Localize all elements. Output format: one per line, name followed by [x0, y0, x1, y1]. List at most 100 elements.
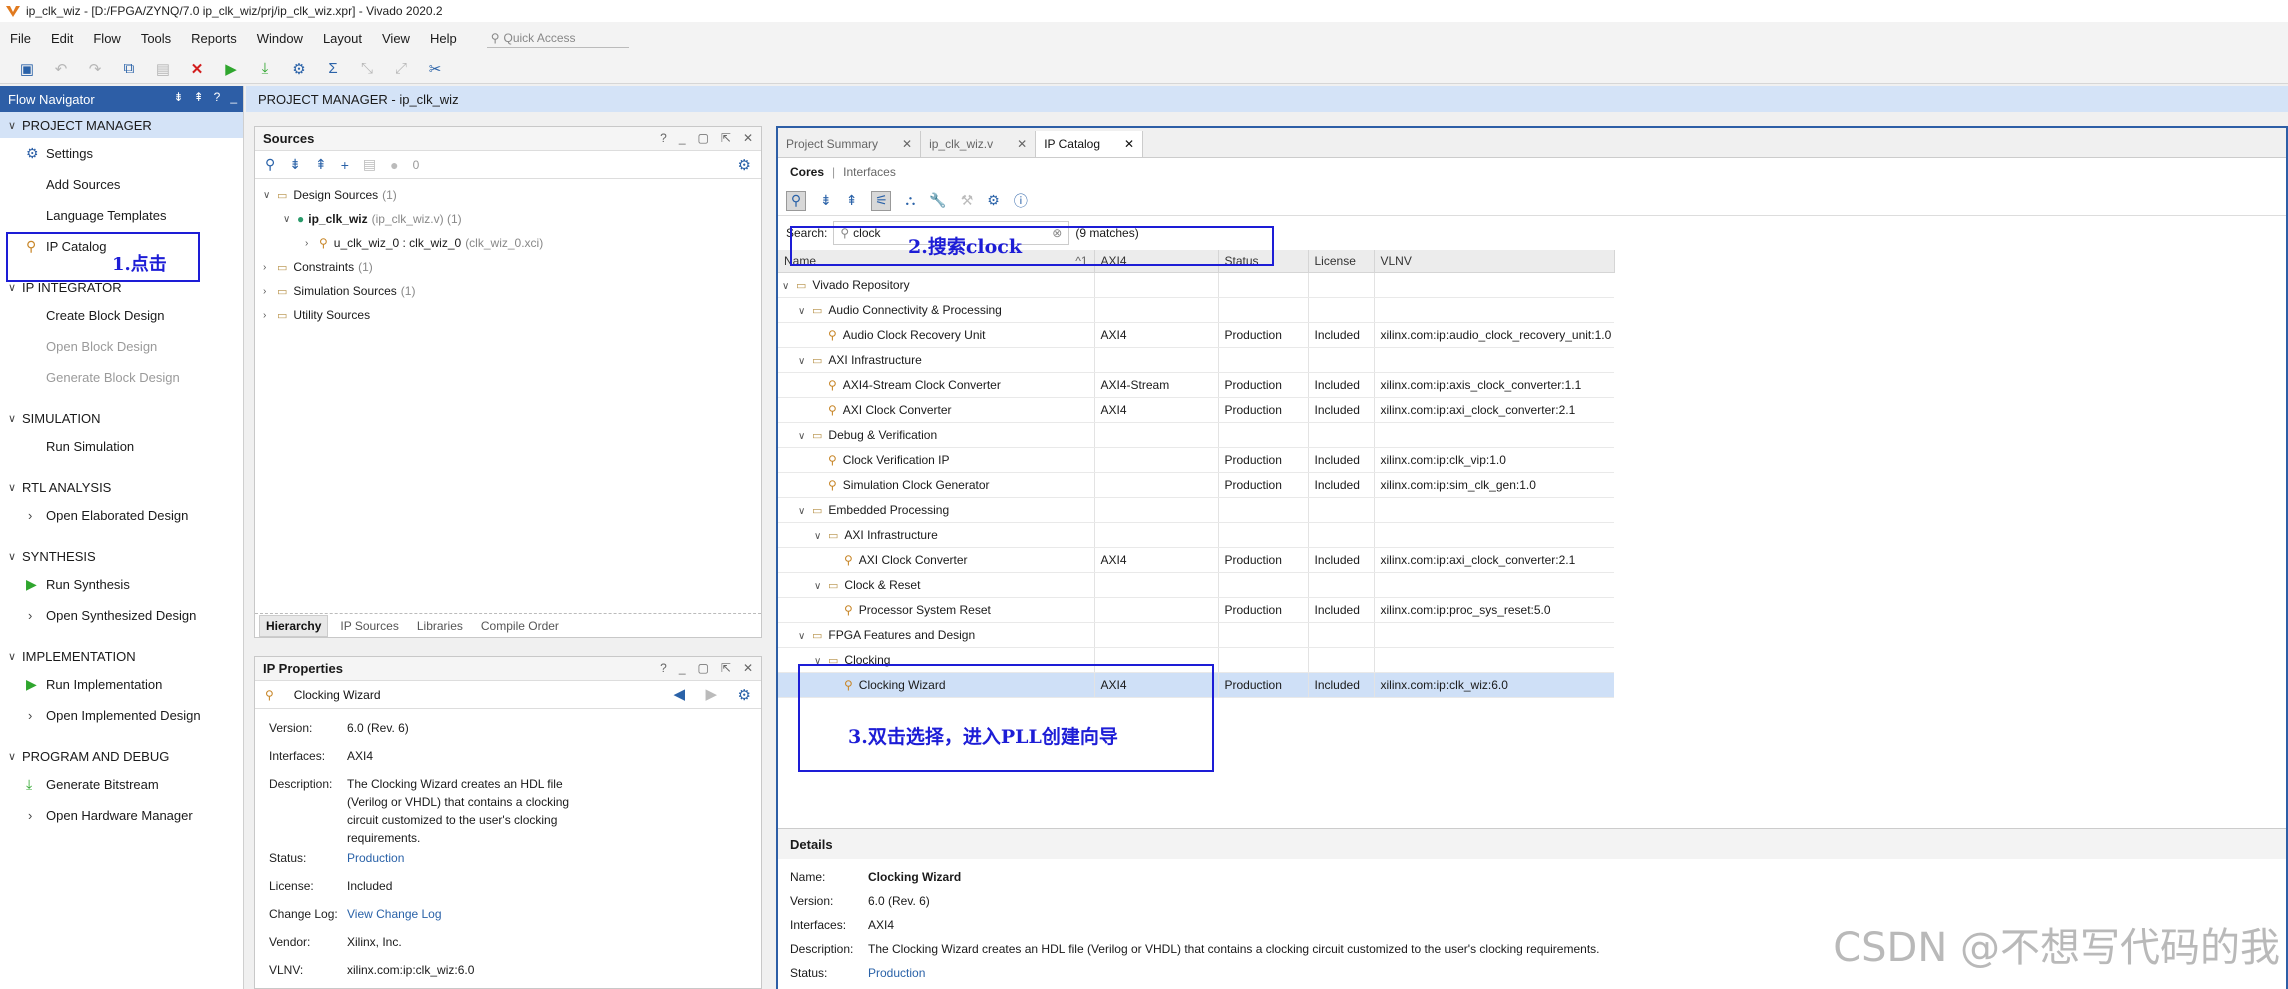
- table-row[interactable]: ∨ ▭ AXI Infrastructure: [778, 347, 1614, 373]
- fn-item-run-simulation[interactable]: Run Simulation: [0, 431, 243, 462]
- copy-icon[interactable]: ⧉: [118, 58, 140, 80]
- fn-section-program-and-debug[interactable]: ∨ PROGRAM AND DEBUG: [0, 743, 243, 769]
- table-row[interactable]: ∨ ▭ Clock & Reset: [778, 572, 1614, 598]
- tab-project-summary[interactable]: Project Summary ✕: [778, 131, 922, 157]
- tab-hierarchy[interactable]: Hierarchy: [259, 614, 329, 637]
- menu-layout[interactable]: Layout: [323, 31, 362, 46]
- fn-item-open-block-design[interactable]: Open Block Design: [0, 331, 243, 362]
- redo-icon[interactable]: ↷: [84, 58, 106, 80]
- tree-utility-sources[interactable]: › ▭ Utility Sources: [255, 303, 761, 327]
- fn-item-open-implemented-design[interactable]: › Open Implemented Design: [0, 700, 243, 731]
- help-icon[interactable]: ?: [660, 131, 667, 145]
- chevron-down-icon[interactable]: ∨: [814, 581, 828, 592]
- fn-item-generate-block-design[interactable]: Generate Block Design: [0, 362, 243, 393]
- fn-item-open-hardware-manager[interactable]: › Open Hardware Manager: [0, 800, 243, 831]
- add-icon[interactable]: +: [341, 157, 349, 173]
- menu-help[interactable]: Help: [430, 31, 457, 46]
- expand-all-icon[interactable]: ⇞: [315, 156, 327, 173]
- chevron-down-icon[interactable]: ∨: [798, 306, 812, 317]
- close-icon[interactable]: ✕: [743, 131, 753, 145]
- minimize-icon[interactable]: _: [679, 661, 686, 675]
- disabled-tool-2-icon[interactable]: ⤢: [390, 58, 412, 80]
- status-link[interactable]: Production: [347, 849, 587, 867]
- hierarchy-icon[interactable]: ⛬: [905, 192, 915, 209]
- table-row[interactable]: ⚲ Processor System Reset Production Include…: [778, 597, 1614, 623]
- subtab-interfaces[interactable]: Interfaces: [843, 165, 896, 179]
- table-row[interactable]: ∨ ▭ Audio Connectivity & Processing: [778, 297, 1614, 323]
- fn-item-language-templates[interactable]: Language Templates: [0, 200, 243, 231]
- table-row[interactable]: ⚲ AXI4-Stream Clock Converter AXI4-Stream P…: [778, 372, 1614, 398]
- undo-icon[interactable]: ↶: [50, 58, 72, 80]
- delete-icon[interactable]: ✕: [186, 58, 208, 80]
- menu-window[interactable]: Window: [257, 31, 303, 46]
- menu-view[interactable]: View: [382, 31, 410, 46]
- fn-item-settings[interactable]: ⚙ Settings: [0, 138, 243, 169]
- fn-item-open-synthesized-design[interactable]: › Open Synthesized Design: [0, 600, 243, 631]
- chevron-down-icon[interactable]: ∨: [782, 281, 796, 292]
- menu-tools[interactable]: Tools: [141, 31, 171, 46]
- search-icon[interactable]: ⚲: [265, 156, 275, 173]
- gear-icon[interactable]: ⚙: [738, 156, 751, 174]
- filter-icon[interactable]: ⚟: [871, 190, 892, 211]
- menu-flow[interactable]: Flow: [93, 31, 120, 46]
- help-icon[interactable]: ?: [214, 90, 221, 104]
- table-row[interactable]: ⚲ Simulation Clock Generator Production Inc…: [778, 472, 1614, 498]
- gear-icon[interactable]: ⚙: [738, 686, 751, 704]
- program-device-icon[interactable]: ⤓: [254, 58, 276, 80]
- fn-section-project-manager[interactable]: ∨ PROJECT MANAGER: [0, 112, 243, 138]
- chevron-down-icon[interactable]: ∨: [798, 356, 812, 367]
- search-icon[interactable]: ⚲: [786, 190, 806, 211]
- table-row[interactable]: ∨ ▭ FPGA Features and Design: [778, 622, 1614, 648]
- run-icon[interactable]: ▶: [220, 58, 242, 80]
- fn-section-synthesis[interactable]: ∨ SYNTHESIS: [0, 543, 243, 569]
- changelog-link[interactable]: View Change Log: [347, 905, 587, 923]
- collapse-all-icon[interactable]: ⇟: [289, 156, 301, 173]
- settings-icon[interactable]: ⚙: [288, 58, 310, 80]
- forward-arrow-icon[interactable]: ▶: [705, 685, 717, 703]
- tab-ip-sources[interactable]: IP Sources: [334, 616, 404, 636]
- float-icon[interactable]: ⇱: [721, 661, 731, 675]
- restore-icon[interactable]: ▢: [698, 661, 709, 675]
- chevron-down-icon[interactable]: ∨: [798, 506, 812, 517]
- collapse-all-icon[interactable]: ⇟: [174, 90, 184, 104]
- quick-access-input[interactable]: ⚲ Quick Access: [486, 28, 629, 48]
- fn-item-add-sources[interactable]: Add Sources: [0, 169, 243, 200]
- float-icon[interactable]: ⇱: [721, 131, 731, 145]
- subtab-cores[interactable]: Cores: [790, 165, 824, 179]
- info-icon[interactable]: ⓘ: [1014, 191, 1028, 211]
- chip-settings-icon[interactable]: ⚙: [987, 192, 1000, 209]
- tab-compile-order[interactable]: Compile Order: [475, 616, 565, 636]
- chevron-down-icon[interactable]: ∨: [798, 631, 812, 642]
- table-row[interactable]: ∨ ▭ AXI Infrastructure: [778, 522, 1614, 548]
- fn-section-simulation[interactable]: ∨ SIMULATION: [0, 405, 243, 431]
- tab-libraries[interactable]: Libraries: [411, 616, 469, 636]
- collapse-all-icon[interactable]: ⇟: [820, 192, 832, 209]
- fn-item-generate-bitstream[interactable]: ⤓ Generate Bitstream: [0, 769, 243, 800]
- column-license[interactable]: License: [1308, 250, 1375, 273]
- table-row[interactable]: ⚲ AXI Clock Converter AXI4 Production Includ…: [778, 547, 1614, 573]
- close-icon[interactable]: ✕: [902, 137, 912, 151]
- fn-section-implementation[interactable]: ∨ IMPLEMENTATION: [0, 643, 243, 669]
- menu-edit[interactable]: Edit: [51, 31, 73, 46]
- table-row[interactable]: ⚲ Clock Verification IP Production Included…: [778, 447, 1614, 473]
- fn-item-open-elaborated-design[interactable]: › Open Elaborated Design: [0, 500, 243, 531]
- fn-section-rtl-analysis[interactable]: ∨ RTL ANALYSIS: [0, 474, 243, 500]
- close-icon[interactable]: ✕: [743, 661, 753, 675]
- close-icon[interactable]: ✕: [1017, 137, 1027, 151]
- tree-ip-instance[interactable]: › ⚲ u_clk_wiz_0 : clk_wiz_0 (clk_wiz_0.xc…: [255, 231, 761, 255]
- sigma-icon[interactable]: Σ: [322, 58, 344, 80]
- paste-icon[interactable]: ▤: [152, 58, 174, 80]
- details-status-link[interactable]: Production: [868, 961, 925, 985]
- expand-all-icon[interactable]: ⇞: [194, 90, 204, 104]
- fn-item-run-implementation[interactable]: ▶ Run Implementation: [0, 669, 243, 700]
- tree-simulation-sources[interactable]: › ▭ Simulation Sources (1): [255, 279, 761, 303]
- table-row[interactable]: ∨ ▭ Debug & Verification: [778, 422, 1614, 448]
- fn-item-run-synthesis[interactable]: ▶ Run Synthesis: [0, 569, 243, 600]
- table-row[interactable]: ∨ ▭ Embedded Processing: [778, 497, 1614, 523]
- open-project-icon[interactable]: ▣: [16, 58, 38, 80]
- restore-icon[interactable]: ▢: [698, 131, 709, 145]
- back-arrow-icon[interactable]: ◀: [673, 685, 685, 703]
- help-icon[interactable]: ?: [660, 661, 667, 675]
- document-icon[interactable]: ▤: [363, 156, 376, 173]
- tree-design-sources[interactable]: ∨ ▭ Design Sources (1): [255, 183, 761, 207]
